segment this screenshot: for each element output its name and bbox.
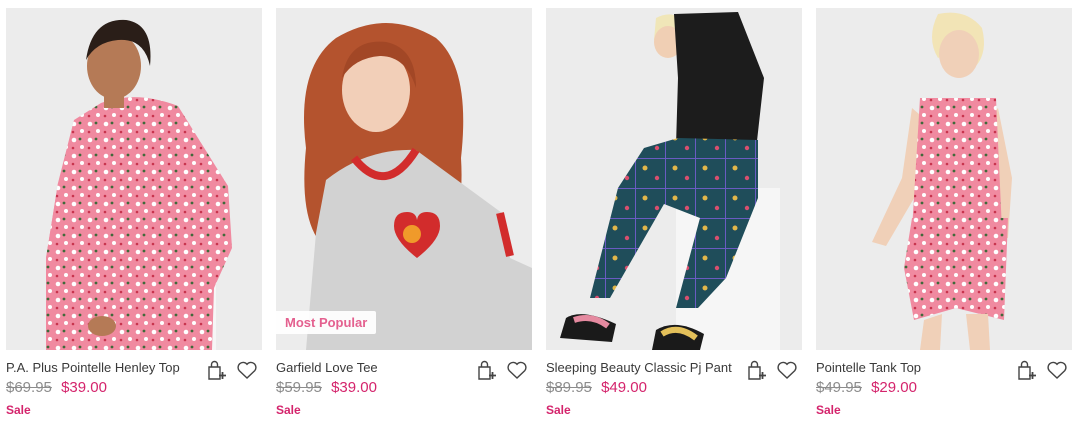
sale-label: Sale: [276, 403, 301, 417]
product-grid: P.A. Plus Pointelle Henley Top $69.95 $3…: [0, 0, 1080, 427]
heart-icon[interactable]: [1045, 358, 1069, 382]
product-name[interactable]: Garfield Love Tee: [276, 360, 466, 375]
product-image[interactable]: Most Popular: [276, 8, 532, 350]
product-name[interactable]: P.A. Plus Pointelle Henley Top: [6, 360, 196, 375]
product-actions: [475, 358, 529, 382]
add-to-bag-icon[interactable]: [745, 358, 769, 382]
product-card[interactable]: Most Popular Garfield Love Tee $59.95 $3…: [276, 8, 532, 420]
price-row: $59.95 $39.00: [276, 379, 377, 396]
product-image[interactable]: [6, 8, 262, 350]
sale-price: $29.00: [871, 379, 917, 396]
product-card[interactable]: P.A. Plus Pointelle Henley Top $69.95 $3…: [6, 8, 262, 420]
add-to-bag-icon[interactable]: [1015, 358, 1039, 382]
product-name[interactable]: Sleeping Beauty Classic Pj Pant: [546, 360, 736, 375]
product-actions: [1015, 358, 1069, 382]
original-price: $89.95: [546, 379, 592, 396]
product-image[interactable]: [546, 8, 802, 350]
price-row: $89.95 $49.00: [546, 379, 647, 396]
add-to-bag-icon[interactable]: [205, 358, 229, 382]
price-row: $49.95 $29.00: [816, 379, 917, 396]
product-card[interactable]: Pointelle Tank Top $49.95 $29.00 Sale: [816, 8, 1072, 420]
heart-icon[interactable]: [775, 358, 799, 382]
heart-icon[interactable]: [505, 358, 529, 382]
sale-label: Sale: [546, 403, 571, 417]
original-price: $49.95: [816, 379, 862, 396]
original-price: $69.95: [6, 379, 52, 396]
most-popular-badge: Most Popular: [276, 311, 377, 334]
sale-price: $39.00: [331, 379, 377, 396]
price-row: $69.95 $39.00: [6, 379, 107, 396]
sale-price: $39.00: [61, 379, 107, 396]
product-image[interactable]: [816, 8, 1072, 350]
product-actions: [745, 358, 799, 382]
sale-label: Sale: [816, 403, 841, 417]
add-to-bag-icon[interactable]: [475, 358, 499, 382]
product-actions: [205, 358, 259, 382]
product-name[interactable]: Pointelle Tank Top: [816, 360, 1006, 375]
original-price: $59.95: [276, 379, 322, 396]
sale-price: $49.00: [601, 379, 647, 396]
sale-label: Sale: [6, 403, 31, 417]
product-card[interactable]: Sleeping Beauty Classic Pj Pant $89.95 $…: [546, 8, 802, 420]
heart-icon[interactable]: [235, 358, 259, 382]
